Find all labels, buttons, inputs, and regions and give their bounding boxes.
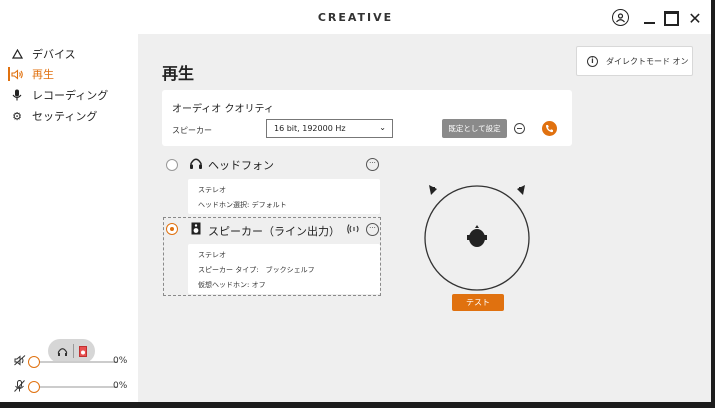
headphones-more-button[interactable]: ··· <box>366 158 379 171</box>
speaker-wave-icon <box>10 67 24 81</box>
sidebar-item-settings[interactable]: ⚙ セッティング <box>10 108 97 124</box>
speaker-mute-icon[interactable] <box>14 355 28 369</box>
right-speaker-icon <box>517 185 525 195</box>
minus-circle-icon[interactable] <box>514 123 525 134</box>
headphones-detail-line: ステレオ <box>198 186 226 194</box>
sidebar-item-devices[interactable]: デバイス <box>10 46 76 62</box>
minimize-button[interactable] <box>640 9 658 27</box>
speaker-volume-row: 0% <box>14 355 128 369</box>
headphones-name: ヘッドフォン <box>208 159 274 172</box>
audio-quality-card: オーディオ クオリティ スピーカー 16 bit, 192000 Hz ⌄ 既定… <box>162 90 572 146</box>
mic-volume-knob[interactable] <box>28 381 40 393</box>
headphones-radio[interactable] <box>166 159 178 171</box>
headphones-icon <box>189 157 203 173</box>
listener-head-icon <box>467 225 487 247</box>
sidebar-item-recording[interactable]: レコーディング <box>10 87 108 103</box>
speaker-volume-value: 0% <box>113 356 128 366</box>
mic-volume-value: 0% <box>113 381 128 391</box>
phone-icon[interactable] <box>542 121 557 136</box>
speaker-more-button[interactable]: ··· <box>366 223 379 236</box>
speaker-details-card: ステレオ スピーカー タイプ: ブックシェルフ 仮想ヘッドホン: オフ <box>188 244 380 294</box>
chevron-down-icon: ⌄ <box>379 123 386 132</box>
sidebar-item-label: セッティング <box>32 110 98 123</box>
test-button[interactable]: テスト <box>452 294 504 311</box>
speaker-label: スピーカー <box>172 126 212 135</box>
speaker-detail-line: スピーカー タイプ: ブックシェルフ <box>198 266 315 274</box>
sidebar-item-label: デバイス <box>32 48 76 61</box>
title-bar: CREATIVE ✕ <box>0 0 711 34</box>
speaker-position-diagram <box>424 185 530 291</box>
gear-icon: ⚙ <box>12 109 22 123</box>
mic-mute-icon[interactable] <box>14 379 28 395</box>
audio-quality-title: オーディオ クオリティ <box>172 104 274 115</box>
speaker-volume-slider[interactable] <box>32 361 118 363</box>
sidebar-item-playback[interactable]: 再生 <box>8 66 54 82</box>
speaker-detail-line: ステレオ <box>198 251 226 259</box>
headphones-details-card: ステレオ ヘッドホン選択: デフォルト <box>188 179 380 214</box>
maximize-button[interactable] <box>662 9 680 27</box>
sidebar-item-label: レコーディング <box>32 89 109 102</box>
info-icon: i <box>587 55 598 67</box>
mic-volume-row: 0% <box>14 379 128 395</box>
speaker-icon <box>191 222 201 238</box>
mic-volume-slider[interactable] <box>32 386 118 388</box>
direct-mode-button[interactable]: i ダイレクトモード オン <box>576 46 693 76</box>
headphones-detail-line: ヘッドホン選択: デフォルト <box>198 201 287 209</box>
format-select[interactable]: 16 bit, 192000 Hz ⌄ <box>266 119 393 138</box>
desktop-background <box>711 0 715 408</box>
page-title: 再生 <box>162 64 195 83</box>
speaker-detail-line: 仮想ヘッドホン: オフ <box>198 281 266 289</box>
main-panel: 再生 i ダイレクトモード オン オーディオ クオリティ スピーカー 16 bi… <box>138 34 711 402</box>
direct-mode-label: ダイレクトモード オン <box>606 56 689 66</box>
brand-logo: CREATIVE <box>317 11 394 24</box>
sidebar-item-label: 再生 <box>32 68 54 81</box>
triangle-icon <box>10 47 24 61</box>
speaker-name: スピーカー（ライン出力） <box>208 225 340 238</box>
sidebar: デバイス 再生 レコーディング ⚙ セッティング 0% 0% <box>0 34 138 402</box>
speaker-radio[interactable] <box>166 223 178 235</box>
close-button[interactable]: ✕ <box>686 9 704 28</box>
speaker-volume-knob[interactable] <box>28 356 40 368</box>
set-default-button[interactable]: 既定として設定 <box>442 119 507 138</box>
left-speaker-icon <box>429 185 437 195</box>
user-account-icon[interactable] <box>612 9 629 26</box>
surround-wave-icon[interactable] <box>347 224 361 237</box>
format-select-value: 16 bit, 192000 Hz <box>274 124 346 133</box>
mic-icon <box>10 88 24 102</box>
